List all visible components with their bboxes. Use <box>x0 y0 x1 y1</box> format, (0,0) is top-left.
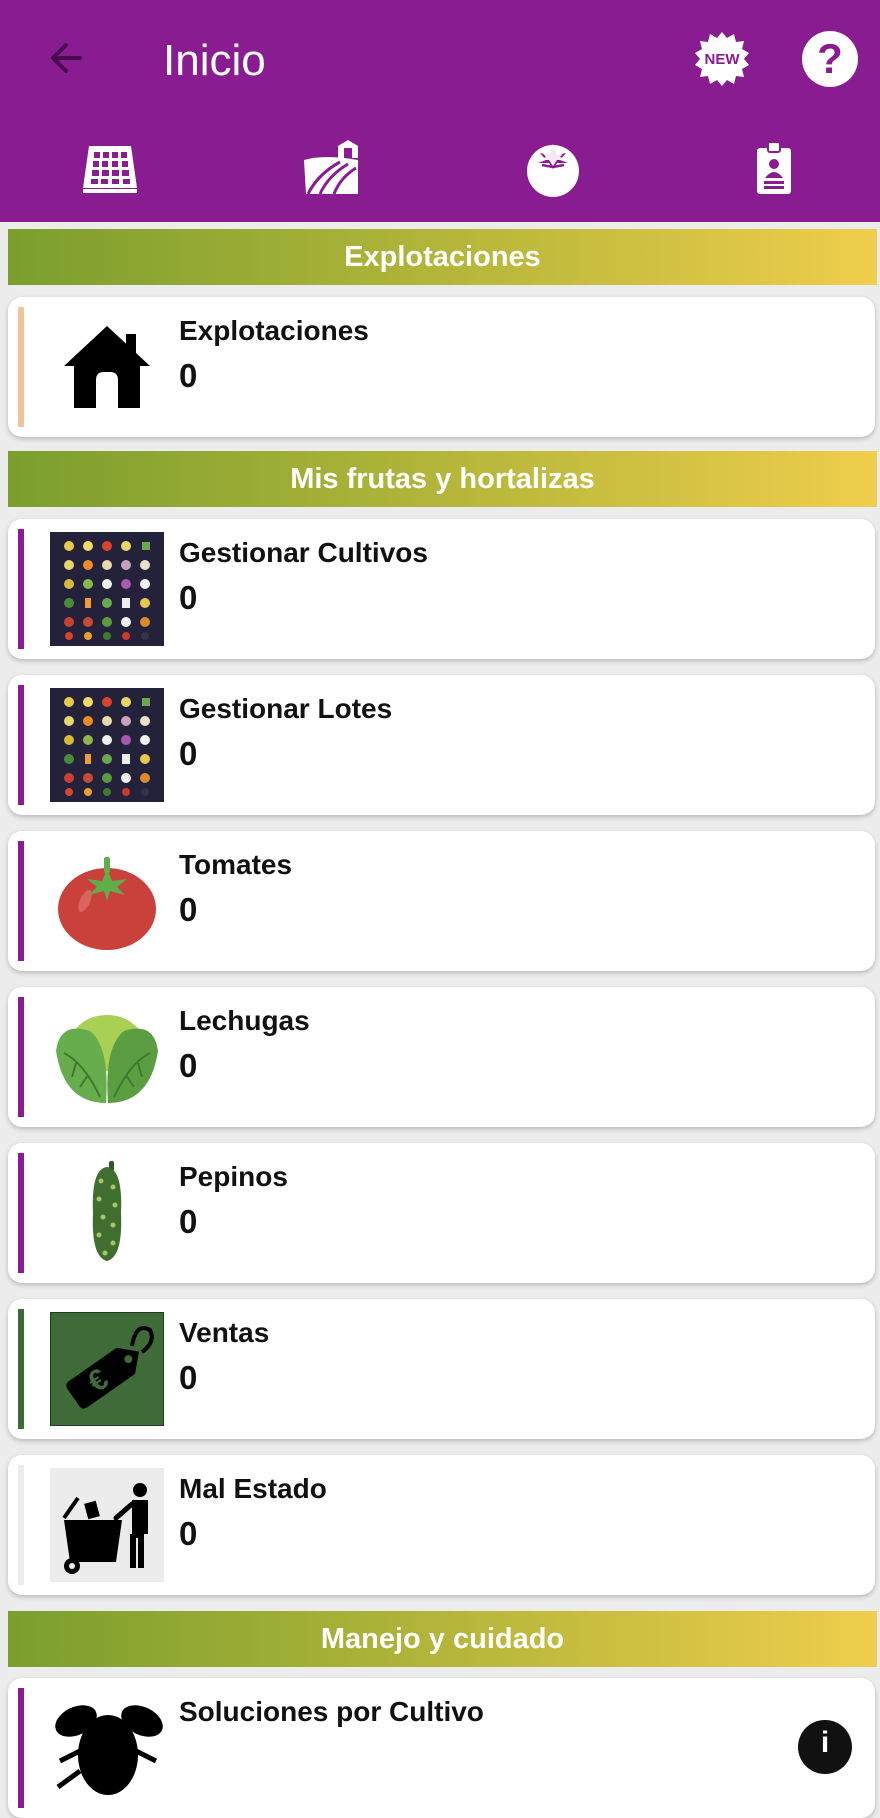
section-label: Mis frutas y hortalizas <box>290 462 595 495</box>
card-count: 0 <box>179 891 198 928</box>
card-accent-bar <box>18 307 24 427</box>
arrow-left-icon <box>51 43 82 73</box>
card-gestionar-lotes[interactable]: Gestionar Lotes 0 <box>8 675 875 815</box>
card-accent-bar <box>18 997 24 1117</box>
farm-field-icon <box>304 140 358 195</box>
card-count: 0 <box>179 1515 198 1552</box>
section-header-frutas: Mis frutas y hortalizas <box>8 451 877 507</box>
card-icon-wrapper <box>50 1468 164 1582</box>
card-tomates[interactable]: Tomates 0 <box>8 831 875 971</box>
card-icon-wrapper <box>50 688 164 802</box>
card-icon-wrapper <box>50 1691 164 1805</box>
card-count: 0 <box>179 1203 198 1240</box>
card-title: Mal Estado <box>179 1473 327 1504</box>
card-title: Lechugas <box>179 1005 310 1036</box>
card-accent-bar <box>18 685 24 805</box>
app-bar: Inicio NEW ? <box>0 0 880 222</box>
card-accent-bar <box>18 1688 24 1808</box>
section-label: Manejo y cuidado <box>320 1622 565 1655</box>
card-soluciones-por-cultivo[interactable]: Soluciones por Cultivo <box>8 1678 875 1818</box>
card-mal-estado[interactable]: Mal Estado 0 <box>8 1455 875 1595</box>
tab-profile[interactable] <box>742 136 806 200</box>
card-count: 0 <box>179 1359 198 1396</box>
card-accent-bar <box>18 1309 24 1429</box>
card-title: Tomates <box>179 849 293 880</box>
card-icon-wrapper <box>50 310 164 424</box>
info-button[interactable]: i <box>798 1720 852 1774</box>
card-accent-bar <box>18 529 24 649</box>
card-accent-bar <box>18 1465 24 1585</box>
card-title: Soluciones por Cultivo <box>179 1696 484 1727</box>
card-count: 0 <box>179 357 198 394</box>
card-icon-wrapper <box>50 844 164 958</box>
cucumber-icon <box>92 1161 122 1261</box>
info-icon: i <box>820 1726 830 1759</box>
card-pepinos[interactable]: Pepinos 0 <box>8 1143 875 1283</box>
section-header-manejo: Manejo y cuidado <box>8 1611 877 1667</box>
tab-calendar[interactable] <box>78 136 142 200</box>
card-explotaciones[interactable]: Explotaciones 0 <box>8 297 875 437</box>
tomato-icon <box>58 857 156 950</box>
page-title: Inicio <box>163 36 266 85</box>
card-ventas[interactable]: € Ventas 0 <box>8 1299 875 1439</box>
house-icon <box>64 326 150 408</box>
vegetables-grid-icon <box>50 688 164 802</box>
trash-disposal-icon <box>50 1468 164 1582</box>
insect-icon <box>55 1705 163 1795</box>
card-title: Ventas <box>179 1317 270 1348</box>
id-badge-icon <box>757 141 791 194</box>
card-count: 0 <box>179 735 198 772</box>
new-badge-button[interactable]: NEW <box>694 31 750 87</box>
tab-tomato[interactable] <box>521 136 585 200</box>
card-accent-bar <box>18 1153 24 1273</box>
lettuce-icon <box>56 1015 158 1103</box>
calendar-grid-icon <box>83 146 137 193</box>
card-title: Explotaciones <box>179 315 369 346</box>
card-count: 0 <box>179 579 198 616</box>
card-icon-wrapper <box>50 1000 164 1114</box>
card-lechugas[interactable]: Lechugas 0 <box>8 987 875 1127</box>
card-title: Gestionar Cultivos <box>179 537 428 568</box>
card-title: Pepinos <box>179 1161 288 1192</box>
back-button[interactable] <box>38 30 94 86</box>
card-accent-bar <box>18 841 24 961</box>
card-gestionar-cultivos[interactable]: Gestionar Cultivos 0 <box>8 519 875 659</box>
section-header-explotaciones: Explotaciones <box>8 229 877 285</box>
tomato-icon <box>527 144 579 197</box>
card-count: 0 <box>179 1047 198 1084</box>
card-title: Gestionar Lotes <box>179 693 393 724</box>
card-icon-wrapper <box>50 532 164 646</box>
help-icon: ? <box>817 35 843 82</box>
vegetables-grid-icon <box>50 532 164 646</box>
euro-price-tag-icon: € <box>50 1312 164 1426</box>
card-icon-wrapper <box>50 1156 164 1270</box>
section-label: Explotaciones <box>344 240 541 273</box>
new-badge-label: NEW <box>704 50 740 68</box>
help-button[interactable]: ? <box>802 31 858 87</box>
tab-farm[interactable] <box>300 136 364 200</box>
card-icon-wrapper: € <box>50 1312 164 1426</box>
